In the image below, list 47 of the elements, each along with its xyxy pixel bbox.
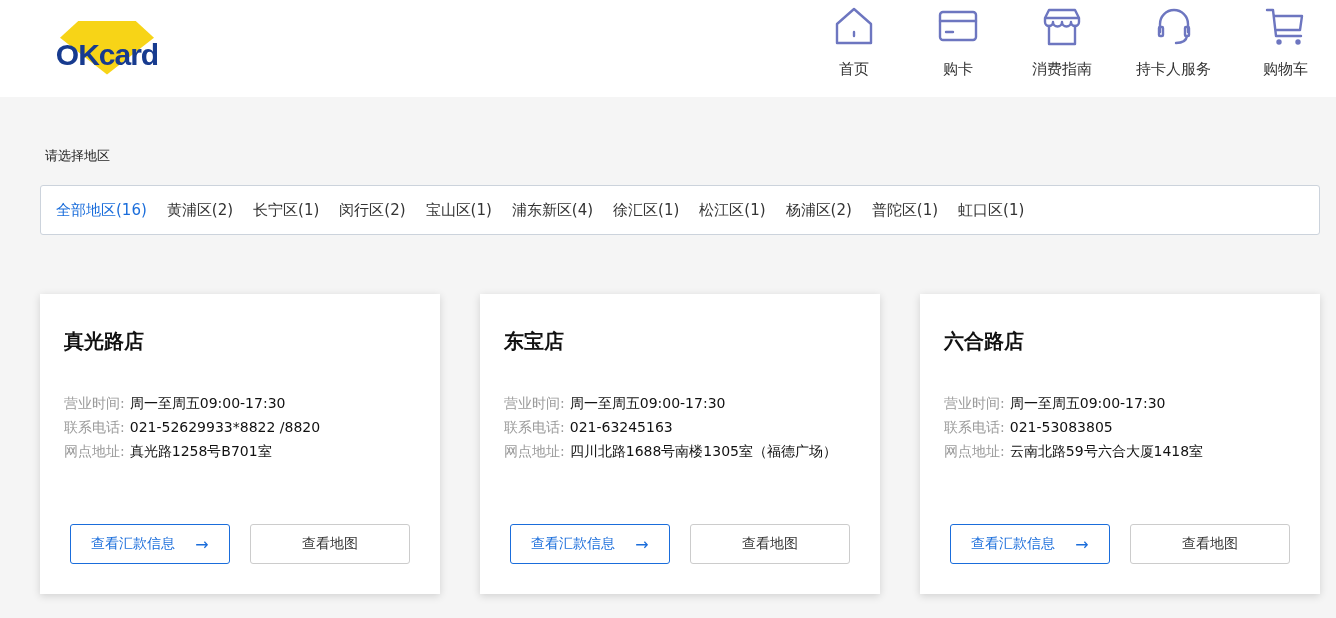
- nav-item[interactable]: 购物车: [1255, 0, 1315, 97]
- field-value: 021-63245163: [569, 418, 673, 437]
- field-value: 云南北路59号六合大厦1418室: [1009, 442, 1204, 461]
- region-link[interactable]: 松江区(1): [699, 200, 766, 220]
- field-label: 网点地址:: [64, 442, 125, 461]
- region-link[interactable]: 杨浦区(2): [785, 200, 852, 220]
- region-link[interactable]: 普陀区(1): [871, 200, 939, 220]
- field-value: 周一至周五09:00-17:30: [129, 394, 286, 413]
- view-map-button[interactable]: 查看地图: [1130, 524, 1290, 564]
- store-name: 六合路店: [944, 328, 1025, 355]
- region-link[interactable]: 黄浦区(2): [166, 200, 234, 220]
- region-link[interactable]: 全部地区(16): [56, 200, 147, 220]
- field-value: 021-52629933*8822 /8820: [129, 418, 321, 437]
- field-label: 营业时间:: [504, 394, 565, 413]
- region-link[interactable]: 闵行区(2): [339, 200, 406, 220]
- remittance-info-button[interactable]: 查看汇款信息 →: [70, 524, 230, 564]
- field-value: 021-53083805: [1009, 418, 1113, 437]
- remittance-info-button[interactable]: 查看汇款信息 →: [950, 524, 1110, 564]
- remittance-info-button[interactable]: 查看汇款信息 →: [510, 524, 670, 564]
- home-icon: [834, 6, 874, 46]
- store-icon: [1042, 6, 1082, 46]
- filter-title: 请选择地区: [45, 147, 111, 165]
- field-value: 周一至周五09:00-17:30: [1009, 394, 1166, 413]
- nav-item[interactable]: 持卡人服务: [1136, 0, 1211, 97]
- store-name: 真光路店: [64, 328, 145, 355]
- field-label: 联系电话:: [504, 418, 565, 437]
- field-label: 联系电话:: [944, 418, 1005, 437]
- nav-item[interactable]: 消费指南: [1032, 0, 1092, 97]
- region-link[interactable]: 浦东新区(4): [511, 200, 594, 220]
- region-link[interactable]: 虹口区(1): [958, 200, 1025, 220]
- field-value: 周一至周五09:00-17:30: [569, 394, 726, 413]
- nav-item[interactable]: 购卡: [928, 0, 988, 97]
- view-map-button[interactable]: 查看地图: [690, 524, 850, 564]
- nav-item[interactable]: 首页: [824, 0, 884, 97]
- field-value: 四川北路1688号南楼1305室（福德广场）: [569, 442, 837, 461]
- field-label: 网点地址:: [944, 442, 1005, 461]
- cart-icon: [1265, 6, 1305, 46]
- field-label: 联系电话:: [64, 418, 125, 437]
- region-link[interactable]: 徐汇区(1): [613, 200, 680, 220]
- region-link[interactable]: 长宁区(1): [253, 200, 320, 220]
- field-label: 网点地址:: [504, 442, 565, 461]
- field-label: 营业时间:: [944, 394, 1005, 413]
- field-label: 营业时间:: [64, 394, 125, 413]
- store-name: 东宝店: [504, 328, 565, 355]
- view-map-button[interactable]: 查看地图: [250, 524, 410, 564]
- region-link[interactable]: 宝山区(1): [425, 200, 492, 220]
- field-value: 真光路1258号B701室: [129, 442, 272, 461]
